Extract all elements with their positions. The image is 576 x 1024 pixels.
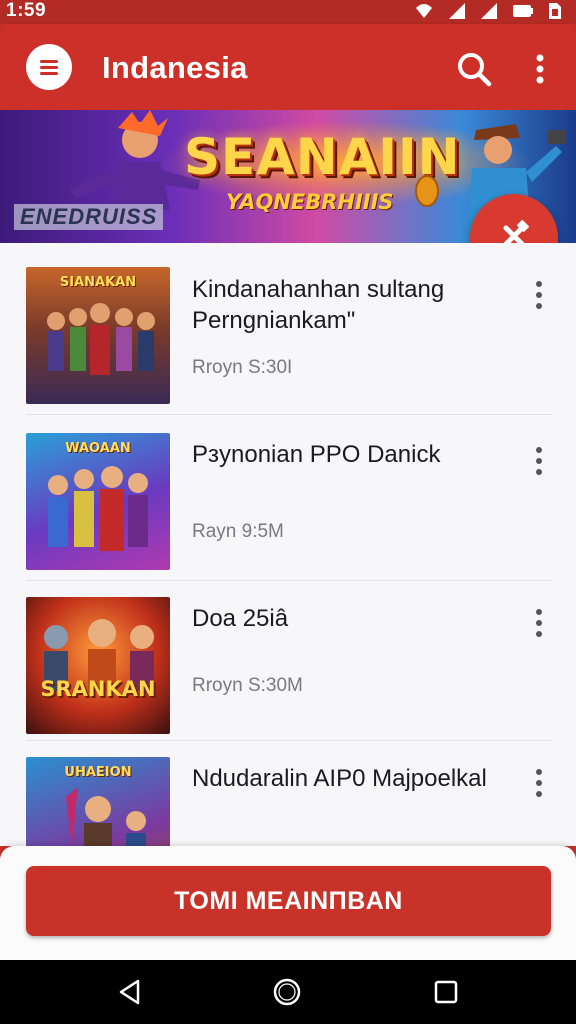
coin-icon: [415, 175, 439, 207]
nav-back-button[interactable]: [116, 978, 144, 1006]
item-title: Ndudaralin AIP0 Majpoelkal: [192, 765, 487, 792]
nav-recents-button[interactable]: [434, 980, 458, 1004]
list-item[interactable]: SIANAKAN Kindanahanhan sultang Perngnian…: [0, 243, 576, 407]
banner-subtitle: YAQNEBRHIIIS: [226, 190, 394, 214]
item-more-button[interactable]: [528, 275, 550, 315]
item-thumbnail: UHAEION: [26, 757, 170, 846]
banner-logo-text: ENEDRUISS: [14, 204, 164, 230]
item-meta: Rroyn S:30M: [192, 675, 303, 696]
nav-home-button[interactable]: [272, 977, 302, 1007]
menu-button[interactable]: [26, 44, 72, 90]
thumbnail-label: SRANKAN: [40, 677, 156, 701]
list-item[interactable]: WAOAAN Pзynonian PPO Danick Rayn 9:5M: [0, 409, 576, 573]
hamburger-icon: [40, 60, 58, 75]
more-vert-icon: [536, 54, 544, 84]
overflow-menu-button[interactable]: [526, 49, 554, 89]
home-circle-icon: [273, 978, 301, 1006]
item-more-button[interactable]: [528, 603, 550, 643]
battery-icon: [513, 5, 533, 17]
status-icons: [414, 2, 562, 20]
item-more-button[interactable]: [528, 763, 550, 803]
item-meta: Rroyn S:30I: [192, 357, 293, 378]
more-vert-icon: [536, 609, 542, 637]
list-item[interactable]: UHAEION Ndudaralin AIP0 Majpoelkal: [0, 733, 576, 846]
item-title: Doa 25iâ: [192, 605, 289, 632]
more-vert-icon: [536, 447, 542, 475]
search-button[interactable]: [454, 49, 494, 89]
thumbnail-characters-illustration: [66, 787, 146, 846]
status-time: 1:59: [6, 0, 47, 21]
signal-icon: [449, 3, 465, 19]
recents-square-icon: [434, 980, 458, 1004]
thumbnail-characters-illustration: [44, 619, 154, 693]
app-bar: Indanesia: [0, 24, 576, 112]
status-bar: 1:59: [0, 0, 576, 24]
sim-icon: [549, 3, 561, 19]
item-meta: Rayn 9:5M: [192, 521, 284, 542]
more-vert-icon: [536, 769, 542, 797]
bottom-action-panel: TOMI MEAINΠBAN: [0, 846, 576, 960]
search-icon: [458, 53, 492, 87]
signal-icon-2: [481, 3, 497, 19]
item-title: Kindanahanhan sultang Perngniankam": [192, 276, 445, 334]
app-title: Indanesia: [102, 50, 248, 85]
item-list: SIANAKAN Kindanahanhan sultang Perngnian…: [0, 243, 576, 846]
back-triangle-icon: [119, 979, 140, 1005]
system-nav-bar: [0, 960, 576, 1024]
more-vert-icon: [536, 281, 542, 309]
list-item[interactable]: SRANKAN Doa 25iâ Rroyn S:30M: [0, 573, 576, 737]
item-title: Pзynonian PPO Danick: [192, 441, 441, 468]
thumbnail-characters-illustration: [48, 466, 148, 551]
thumbnail-characters-illustration: [47, 303, 155, 375]
primary-action-button[interactable]: TOMI MEAINΠBAN: [26, 866, 551, 936]
item-more-button[interactable]: [528, 441, 550, 481]
wifi-icon: [416, 4, 432, 18]
item-thumbnail: SRANKAN: [26, 597, 170, 734]
item-thumbnail: SIANAKAN: [26, 267, 170, 404]
item-thumbnail: WAOAAN: [26, 433, 170, 570]
